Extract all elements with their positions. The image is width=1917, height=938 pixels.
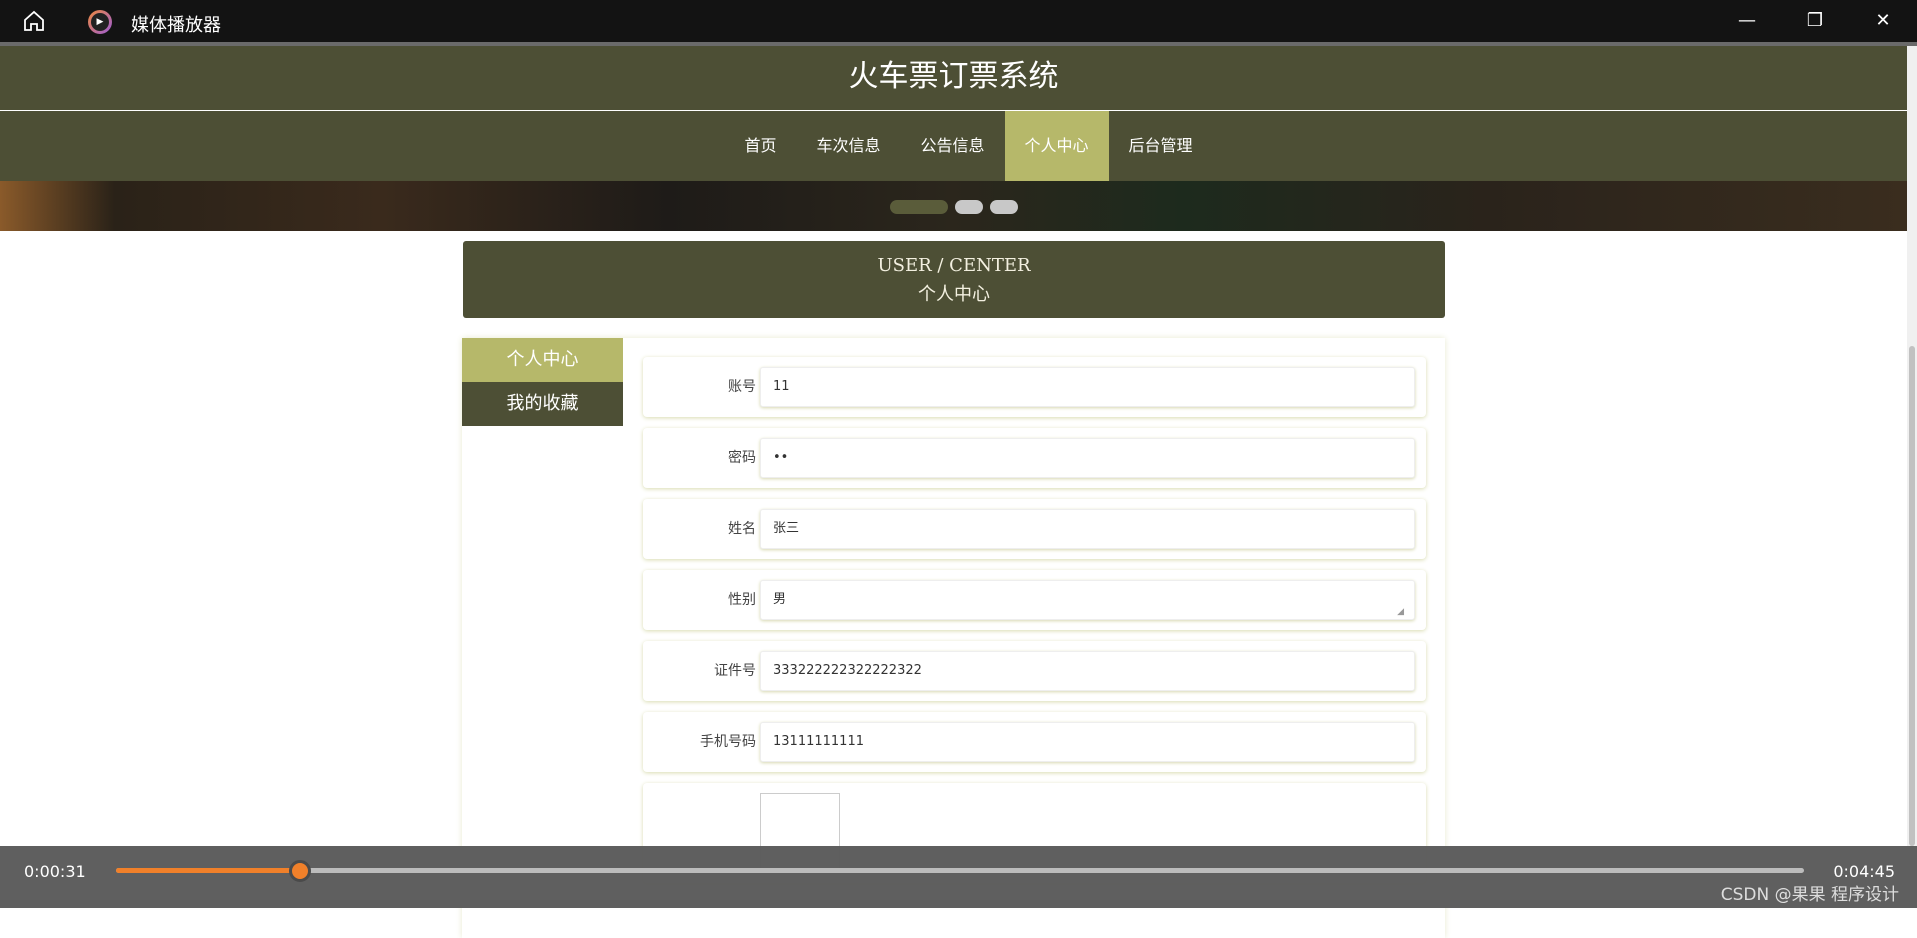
section-header: USER / CENTER 个人中心 (463, 241, 1445, 318)
scrollbar[interactable] (1907, 46, 1917, 846)
field-label: 手机号码 (700, 734, 756, 750)
form-row-gender: 性别 男 ◢ (643, 570, 1426, 630)
close-button[interactable]: ✕ (1863, 6, 1903, 36)
carousel-indicators (890, 200, 1018, 214)
seek-handle[interactable] (288, 860, 311, 882)
field-label: 姓名 (728, 521, 756, 537)
restore-button[interactable]: ❐ (1795, 6, 1835, 36)
sidebar-item-favorites[interactable]: 我的收藏 (462, 382, 623, 426)
carousel-dot[interactable] (990, 200, 1018, 214)
carousel-dot[interactable] (955, 200, 983, 214)
section-title-en: USER / CENTER (877, 255, 1031, 276)
sidebar-item-user-center[interactable]: 个人中心 (462, 338, 623, 382)
form-row-id-number: 证件号 333222222322222322 (643, 641, 1426, 701)
seek-bar[interactable] (116, 860, 1804, 882)
sidebar: 个人中心 我的收藏 (462, 338, 623, 426)
form-row-phone: 手机号码 13111111111 (643, 712, 1426, 772)
gender-value: 男 (773, 592, 787, 607)
window-title: 媒体播放器 (131, 15, 221, 36)
seek-progress (116, 868, 300, 873)
form-row-password: 密码 •• (643, 428, 1426, 488)
main-nav: 首页 车次信息 公告信息 个人中心 后台管理 (0, 111, 1907, 181)
nav-admin[interactable]: 后台管理 (1109, 111, 1213, 181)
phone-input[interactable]: 13111111111 (760, 722, 1415, 762)
nav-trains[interactable]: 车次信息 (796, 111, 900, 181)
current-time: 0:00:31 (24, 862, 86, 881)
scrollbar-thumb[interactable] (1909, 346, 1915, 846)
form-row-account: 账号 11 (643, 357, 1426, 417)
id-number-input[interactable]: 333222222322222322 (760, 651, 1415, 691)
section-title-cn: 个人中心 (918, 284, 990, 305)
title-bar: ▶ 媒体播放器 — ❐ ✕ (0, 0, 1917, 42)
nav-user-center[interactable]: 个人中心 (1004, 111, 1109, 181)
account-input[interactable]: 11 (760, 367, 1415, 407)
field-label: 证件号 (714, 663, 756, 679)
gender-select[interactable]: 男 ◢ (760, 580, 1415, 620)
site-title: 火车票订票系统 (0, 46, 1907, 111)
field-label: 密码 (728, 450, 756, 466)
field-label: 性别 (728, 592, 756, 608)
nav-home[interactable]: 首页 (724, 111, 796, 181)
form-row-name: 姓名 张三 (643, 499, 1426, 559)
nav-notices[interactable]: 公告信息 (900, 111, 1004, 181)
watermark: CSDN @果果 程序设计 (1720, 885, 1899, 905)
field-label: 账号 (728, 379, 756, 395)
minimize-button[interactable]: — (1727, 6, 1767, 36)
total-time: 0:04:45 (1833, 862, 1895, 881)
home-icon[interactable] (22, 10, 46, 32)
password-input[interactable]: •• (760, 438, 1415, 478)
player-controls: 0:00:31 0:04:45 CSDN @果果 程序设计 (0, 846, 1917, 908)
carousel-dot[interactable] (890, 200, 948, 214)
name-input[interactable]: 张三 (760, 509, 1415, 549)
dropdown-caret-icon: ◢ (1397, 607, 1404, 617)
media-player-icon: ▶ (88, 10, 112, 34)
